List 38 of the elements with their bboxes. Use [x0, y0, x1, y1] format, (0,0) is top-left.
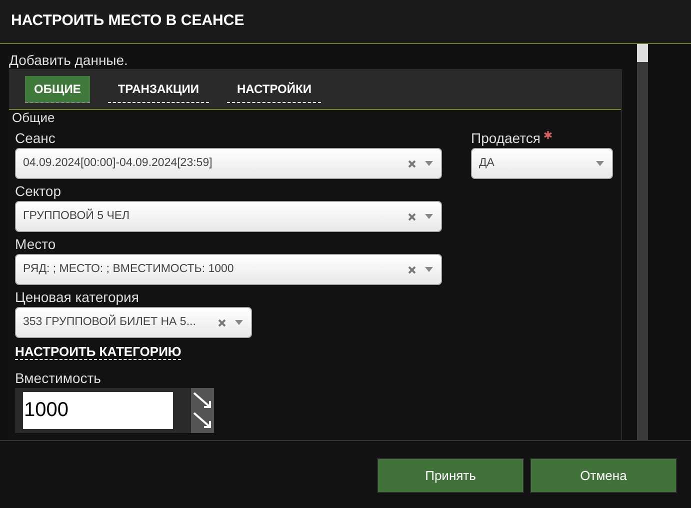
- scrollbar-thumb[interactable]: [637, 44, 648, 62]
- subtitle: Добавить данные.: [9, 51, 129, 69]
- tab[interactable]: ТРАНЗАКЦИИ: [108, 76, 209, 102]
- field-label: Сектор: [15, 182, 62, 201]
- dropdown-caret-icon[interactable]: [235, 320, 243, 325]
- dialog-button[interactable]: Принять: [377, 458, 524, 493]
- section-title: Общие: [11, 110, 56, 126]
- dialog-button[interactable]: Отмена: [530, 458, 677, 493]
- dropdown-caret-icon[interactable]: [425, 161, 433, 166]
- field-label: Ценовая категория: [15, 288, 140, 307]
- select-value: РЯД: ; МЕСТО: ; ВМЕСТИМОСТЬ: 1000: [23, 262, 235, 277]
- window-title: НАСТРОИТЬ МЕСТО В СЕАНСЕ: [11, 11, 244, 32]
- select-field[interactable]: ДА: [471, 148, 613, 179]
- clear-icon[interactable]: [218, 318, 226, 326]
- select-field[interactable]: 353 ГРУППОВОЙ БИЛЕТ НА 5...: [15, 307, 252, 338]
- field-label: Продается: [471, 126, 613, 148]
- tab[interactable]: НАСТРОЙКИ: [226, 76, 322, 102]
- dropdown-caret-icon[interactable]: [425, 214, 433, 219]
- select-value: ГРУППОВОЙ 5 ЧЕЛ: [23, 208, 131, 224]
- scrollbar[interactable]: [637, 44, 648, 440]
- dropdown-caret-icon[interactable]: [596, 161, 604, 166]
- tab[interactable]: ОБЩИЕ: [25, 76, 90, 102]
- select-field[interactable]: 04.09.2024[00:00]-04.09.2024[23:59]: [15, 148, 442, 179]
- select-field[interactable]: РЯД: ; МЕСТО: ; ВМЕСТИМОСТЬ: 1000: [15, 254, 442, 285]
- field-label: Место: [15, 235, 57, 254]
- select-field[interactable]: ГРУППОВОЙ 5 ЧЕЛ: [15, 201, 442, 232]
- clear-icon[interactable]: [408, 266, 416, 274]
- field-label: Вместимость: [15, 369, 102, 386]
- select-value: 353 ГРУППОВОЙ БИЛЕТ НА 5...: [23, 314, 197, 330]
- configure-category-link[interactable]: НАСТРОИТЬ КАТЕГОРИЮ: [15, 345, 182, 360]
- clear-icon[interactable]: [408, 212, 416, 220]
- number-field[interactable]: 1000: [15, 388, 214, 433]
- dropdown-caret-icon[interactable]: [425, 267, 433, 272]
- spin-arrows-icon[interactable]: [191, 388, 214, 433]
- select-value: ДА: [479, 156, 496, 171]
- select-value: 04.09.2024[00:00]-04.09.2024[23:59]: [23, 156, 214, 171]
- clear-icon[interactable]: [408, 160, 416, 168]
- field-label: Сеанс: [15, 129, 56, 148]
